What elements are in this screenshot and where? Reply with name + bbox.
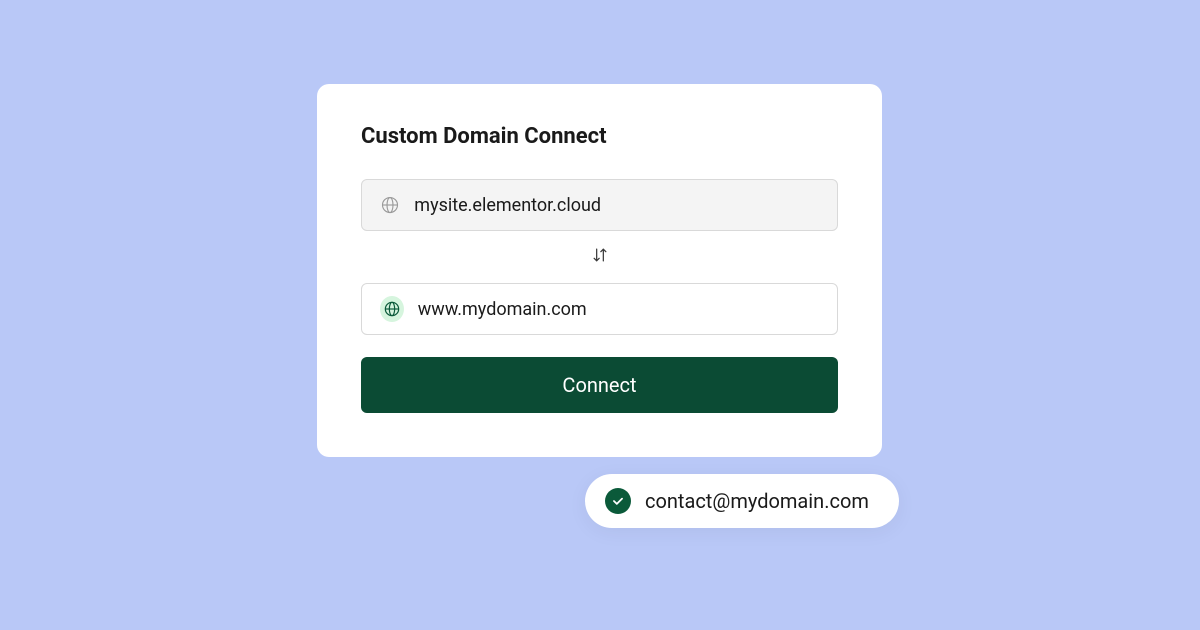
swap-arrows-icon bbox=[590, 245, 610, 269]
globe-icon bbox=[380, 194, 400, 216]
source-domain-field bbox=[361, 179, 838, 231]
globe-icon bbox=[380, 296, 404, 322]
card-title: Custom Domain Connect bbox=[361, 124, 838, 149]
connect-button[interactable]: Connect bbox=[361, 357, 838, 413]
swap-row bbox=[361, 231, 838, 283]
target-domain-field[interactable] bbox=[361, 283, 838, 335]
checkmark-circle-icon bbox=[605, 488, 631, 514]
source-domain-input bbox=[414, 195, 819, 216]
email-text: contact@mydomain.com bbox=[645, 489, 869, 513]
domain-connect-card: Custom Domain Connect bbox=[317, 84, 882, 457]
target-domain-input[interactable] bbox=[418, 299, 819, 320]
email-badge: contact@mydomain.com bbox=[585, 474, 899, 528]
